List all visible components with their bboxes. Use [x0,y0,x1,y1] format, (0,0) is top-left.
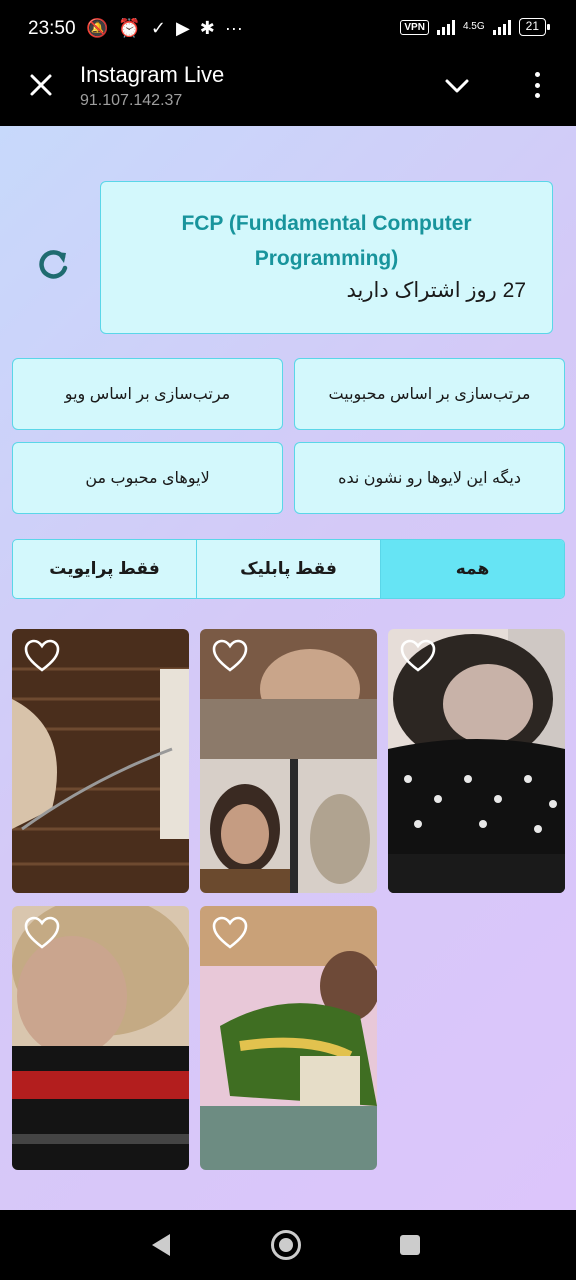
page-title: Instagram Live [80,62,225,87]
signal-icon-2 [492,19,511,35]
signal-icon [436,19,455,35]
home-icon[interactable] [271,1230,301,1260]
course-card: FCP (Fundamental Computer Programming) 2… [100,181,553,334]
app-bar: Instagram Live 91.107.142.37 [0,58,576,126]
more-options-icon[interactable] [533,72,541,98]
live-thumbnail[interactable] [12,629,189,893]
more-notifications-icon: ··· [224,18,243,38]
system-status: VPN 4.5G 21 [400,18,551,36]
recent-apps-icon[interactable] [400,1235,420,1255]
network-type: 4.5G [462,21,485,32]
vpn-badge: VPN [400,19,429,35]
refresh-icon[interactable] [34,246,72,284]
back-icon[interactable] [150,1232,172,1258]
course-title: FCP (Fundamental Computer Programming) [181,212,472,270]
sort-by-views-button[interactable]: مرتب‌سازی بر اساس ویو [12,358,283,430]
bug-icon: ✱ [199,18,215,38]
tab-private-only[interactable]: فقط پرایویت [13,540,197,598]
live-thumbnail[interactable] [200,629,377,893]
close-icon[interactable] [26,70,56,100]
status-bar: 23:50 🔕 ⏰ ✓ ▶ ✱ ··· VPN 4.5G 21 [0,0,576,58]
page-subtitle: 91.107.142.37 [80,92,183,109]
youtube-icon: ▶ [175,18,190,38]
check-icon: ✓ [150,18,166,38]
sort-by-popularity-button[interactable]: مرتب‌سازی بر اساس محبوبیت [294,358,565,430]
tab-public-only[interactable]: فقط پابلیک [197,540,381,598]
live-thumbnail[interactable] [388,629,565,893]
tab-all[interactable]: همه [381,540,564,598]
heart-icon[interactable] [24,639,60,673]
alarm-icon: ⏰ [118,18,141,38]
hide-lives-button[interactable]: دیگه این لایوها رو نشون نده [294,442,565,514]
battery-icon: 21 [518,18,551,36]
filter-tabs: فقط پرایویت فقط پابلیک همه [12,539,565,599]
favorite-lives-button[interactable]: لایوهای محبوب من [12,442,283,514]
heart-icon[interactable] [400,639,436,673]
live-thumbnail[interactable] [200,906,377,1170]
live-thumbnail[interactable] [12,906,189,1170]
heart-icon[interactable] [212,916,248,950]
subscription-days: 27 روز اشتراک دارید [346,279,526,302]
mute-icon: 🔕 [86,18,109,38]
heart-icon[interactable] [212,639,248,673]
chevron-down-icon[interactable] [444,72,470,98]
main-content: FCP (Fundamental Computer Programming) 2… [0,126,576,1210]
notification-icons: 🔕 ⏰ ✓ ▶ ✱ ··· [86,16,243,40]
clock: 23:50 [28,18,76,39]
system-nav-bar [0,1210,576,1280]
heart-icon[interactable] [24,916,60,950]
